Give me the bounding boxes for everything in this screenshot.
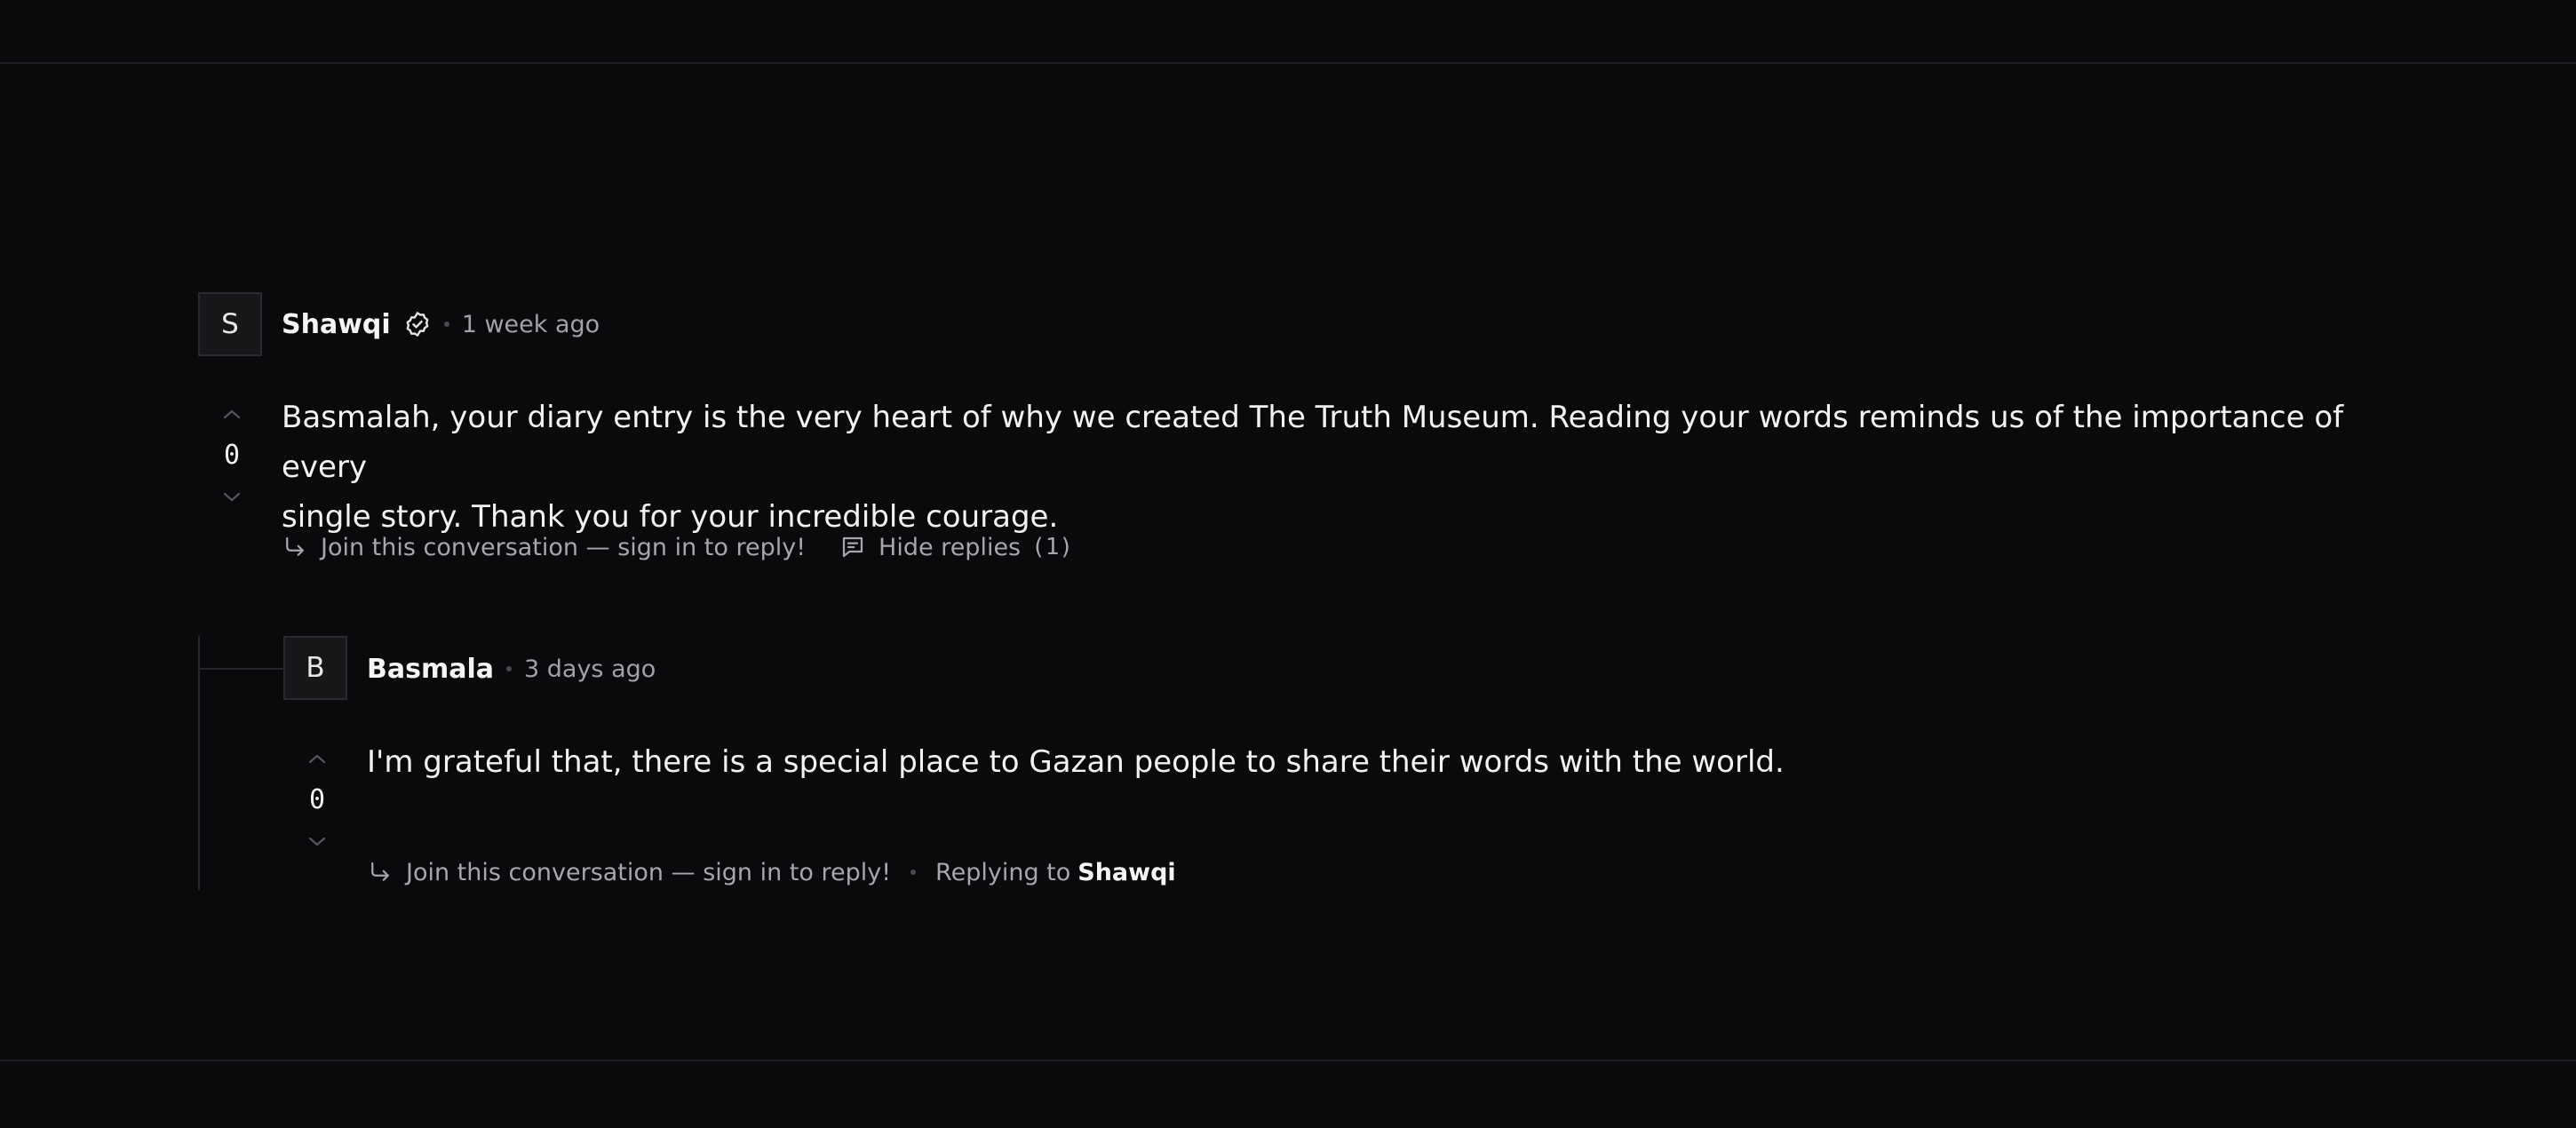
separator-dot bbox=[506, 666, 512, 671]
upvote-button[interactable] bbox=[214, 401, 250, 427]
avatar[interactable]: S bbox=[198, 292, 262, 356]
verified-icon bbox=[403, 310, 432, 338]
avatar[interactable]: B bbox=[283, 636, 347, 700]
author-name[interactable]: Basmala bbox=[367, 654, 494, 685]
separator-dot bbox=[910, 870, 917, 875]
timestamp: 1 week ago bbox=[461, 310, 600, 338]
message-square-icon bbox=[842, 536, 863, 558]
bottom-divider bbox=[0, 1060, 2576, 1061]
comment-meta: Basmala 3 days ago bbox=[367, 651, 656, 687]
chevron-down-icon bbox=[308, 837, 326, 846]
reply-arrow-icon bbox=[286, 536, 304, 556]
vote-count: 0 bbox=[308, 784, 326, 815]
reply-arrow-icon bbox=[371, 862, 389, 881]
author-name[interactable]: Shawqi bbox=[282, 309, 391, 340]
reply-prompt: Join this conversation — sign in to repl… bbox=[321, 533, 807, 561]
thread-connector bbox=[198, 668, 283, 670]
hide-replies-button[interactable]: Hide replies (1) bbox=[839, 534, 1073, 561]
avatar-letter: S bbox=[221, 308, 239, 340]
replying-to: Replying to Shawqi bbox=[935, 859, 1176, 886]
vote-controls: 0 bbox=[299, 745, 335, 855]
comment-body-line: Basmalah, your diary entry is the very h… bbox=[282, 400, 2344, 485]
comment-body: I'm grateful that, there is a special pl… bbox=[367, 737, 2392, 787]
reply-signin-link[interactable]: Join this conversation — sign in to repl… bbox=[282, 534, 806, 561]
comment-body-line: I'm grateful that, there is a special pl… bbox=[367, 744, 1785, 780]
comment-actions: Join this conversation — sign in to repl… bbox=[367, 854, 1176, 890]
comment-body: Basmalah, your diary entry is the very h… bbox=[282, 393, 2396, 542]
top-divider bbox=[0, 62, 2576, 64]
vote-controls: 0 bbox=[214, 401, 250, 511]
replies-count: (1) bbox=[1031, 534, 1074, 560]
comment-meta: Shawqi 1 week ago bbox=[282, 306, 600, 342]
chevron-up-icon bbox=[223, 409, 241, 419]
downvote-button[interactable] bbox=[214, 484, 250, 511]
hide-replies-label: Hide replies bbox=[879, 533, 1022, 561]
downvote-button[interactable] bbox=[299, 829, 335, 855]
reply-prompt: Join this conversation — sign in to repl… bbox=[406, 858, 892, 886]
replying-to-label: Replying to bbox=[935, 858, 1071, 886]
replying-to-author[interactable]: Shawqi bbox=[1077, 859, 1175, 886]
chevron-up-icon bbox=[308, 754, 326, 764]
reply-signin-link[interactable]: Join this conversation — sign in to repl… bbox=[367, 859, 891, 886]
vote-count: 0 bbox=[223, 440, 241, 471]
comment-actions: Join this conversation — sign in to repl… bbox=[282, 529, 1073, 565]
timestamp: 3 days ago bbox=[524, 655, 656, 683]
upvote-button[interactable] bbox=[299, 745, 335, 772]
chevron-down-icon bbox=[223, 492, 241, 502]
separator-dot bbox=[443, 322, 449, 327]
thread-line bbox=[198, 636, 200, 890]
avatar-letter: B bbox=[306, 652, 325, 684]
